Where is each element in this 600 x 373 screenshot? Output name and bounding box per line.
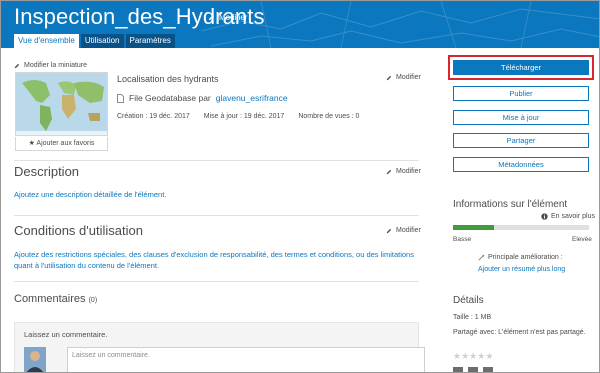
download-button[interactable]: Télécharger <box>453 60 589 75</box>
pencil-icon <box>208 15 214 21</box>
edit-thumbnail-label: Modifier la miniature <box>24 62 88 69</box>
comment-prompt: Laissez un commentaire. <box>24 330 108 339</box>
divider <box>14 160 419 161</box>
publish-button[interactable]: Publier <box>453 86 589 101</box>
add-summary-link[interactable]: Ajouter un résumé plus long <box>478 266 565 273</box>
pencil-icon <box>386 169 392 174</box>
email-icon[interactable] <box>483 367 493 372</box>
created-date: Création : 19 déc. 2017 <box>117 113 190 120</box>
add-favorite-button[interactable]: ★ Ajouter aux favoris <box>15 137 108 151</box>
twitter-icon[interactable] <box>468 367 478 372</box>
learn-more-link[interactable]: En savoir plus <box>541 213 595 220</box>
edit-description-button[interactable]: Modifier <box>386 168 421 175</box>
add-favorite-label: Ajouter aux favoris <box>36 140 95 147</box>
item-tabs: Vue d'ensemble Utilisation Paramètres <box>14 34 175 48</box>
rating-stars[interactable]: ★★★★★ <box>453 351 493 362</box>
file-type-text: File Geodatabase par <box>129 93 211 103</box>
edit-description-label: Modifier <box>396 168 421 175</box>
description-heading: Description <box>14 164 80 179</box>
divider <box>14 215 419 216</box>
pencil-icon <box>386 75 392 80</box>
improvement-label: Principale amélioration : <box>488 254 563 261</box>
edit-title-button[interactable]: Modifier <box>208 13 247 22</box>
pencil-icon <box>386 228 392 233</box>
item-metadata-row: Création : 19 déc. 2017 Mise à jour : 19… <box>117 113 359 120</box>
facebook-icon[interactable] <box>453 367 463 372</box>
comments-heading: Commentaires (0) <box>14 293 97 305</box>
score-high-label: Elevée <box>572 236 592 243</box>
share-button[interactable]: Partager <box>453 133 589 148</box>
file-icon <box>117 93 124 103</box>
item-header: Inspection_des_Hydrants Modifier Vue d'e… <box>1 1 599 48</box>
edit-summary-label: Modifier <box>396 74 421 81</box>
owner-link[interactable]: glavenu_esrifrance <box>216 93 288 103</box>
item-size: Taille : 1 MB <box>453 314 492 321</box>
avatar <box>24 347 46 372</box>
star-icon[interactable]: ★ <box>485 351 493 361</box>
comment-input[interactable]: Laissez un commentaire. <box>67 347 425 372</box>
star-icon[interactable]: ★ <box>453 351 461 361</box>
tab-usage[interactable]: Utilisation <box>80 34 124 48</box>
edit-terms-button[interactable]: Modifier <box>386 227 421 234</box>
metadata-button[interactable]: Métadonnées <box>453 157 589 172</box>
social-share-buttons <box>453 367 493 372</box>
score-low-label: Basse <box>453 236 472 243</box>
star-icon[interactable]: ★ <box>461 351 469 361</box>
item-info-heading: Informations sur l'élément <box>453 199 568 210</box>
star-icon: ★ <box>28 140 35 147</box>
edit-title-label: Modifier <box>219 13 248 22</box>
view-count: Nombre de vues : 0 <box>298 113 360 120</box>
tab-overview[interactable]: Vue d'ensemble <box>14 34 79 48</box>
wand-icon <box>478 254 485 261</box>
edit-summary-button[interactable]: Modifier <box>386 74 421 81</box>
comment-panel: Laissez un commentaire. Laissez un comme… <box>14 322 425 372</box>
item-thumbnail <box>15 72 108 136</box>
sharing-status: Partagé avec: L'élément n'est pas partag… <box>453 329 586 336</box>
item-page: Inspection_des_Hydrants Modifier Vue d'e… <box>0 0 600 373</box>
updated-date: Mise à jour : 19 déc. 2017 <box>203 113 285 120</box>
add-terms-link[interactable]: Ajoutez des restrictions spéciales, des … <box>14 249 424 271</box>
edit-terms-label: Modifier <box>396 227 421 234</box>
details-heading: Détails <box>453 295 484 306</box>
add-description-link[interactable]: Ajoutez une description détaillée de l'é… <box>14 189 424 200</box>
divider <box>14 281 419 282</box>
learn-more-label: En savoir plus <box>551 213 595 220</box>
world-map-image <box>16 73 107 135</box>
edit-thumbnail-button[interactable]: Modifier la miniature <box>14 62 87 69</box>
comments-title: Commentaires <box>14 293 86 305</box>
comments-count: (0) <box>88 297 98 304</box>
update-button[interactable]: Mise à jour <box>453 110 589 125</box>
item-score-bar <box>453 225 589 230</box>
user-photo <box>24 347 46 372</box>
info-icon <box>541 213 548 220</box>
item-summary-title: Localisation des hydrants <box>117 74 219 84</box>
item-file-type: File Geodatabase par glavenu_esrifrance <box>117 93 288 103</box>
pencil-icon <box>14 63 20 68</box>
item-score-fill <box>453 225 494 230</box>
terms-heading: Conditions d'utilisation <box>14 223 143 238</box>
top-improvement: Principale amélioration : <box>478 254 563 261</box>
tab-settings[interactable]: Paramètres <box>125 34 175 48</box>
